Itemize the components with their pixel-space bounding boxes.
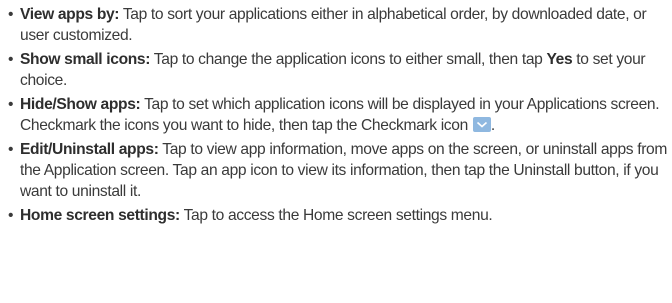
document-page: • View apps by: Tap to sort your applica…	[0, 0, 672, 303]
list-item-edit-uninstall-apps: • Edit/Uninstall apps: Tap to view app i…	[8, 139, 672, 202]
bullet-mark: •	[8, 96, 14, 113]
bullet-mark: •	[8, 207, 14, 224]
bullet-mark: •	[8, 6, 14, 23]
yes-keyword: Yes	[546, 51, 573, 68]
settings-bullet-list: • View apps by: Tap to sort your applica…	[8, 4, 672, 226]
item-term: Show small icons:	[20, 51, 151, 68]
list-item-home-screen-settings: • Home screen settings: Tap to access th…	[8, 205, 672, 226]
item-term: Hide/Show apps:	[20, 96, 141, 113]
list-item-hide-show-apps: • Hide/Show apps: Tap to set which appli…	[8, 94, 672, 136]
item-description-end: .	[490, 117, 495, 134]
item-term: View apps by:	[20, 6, 120, 23]
item-description: Tap to access the Home screen settings m…	[179, 207, 493, 224]
list-item-show-small-icons: • Show small icons: Tap to change the ap…	[8, 49, 672, 91]
item-term: Home screen settings:	[20, 207, 180, 224]
checkmark-icon	[472, 117, 491, 132]
item-term: Edit/Uninstall apps:	[20, 141, 159, 158]
item-description: Tap to change the application icons to e…	[150, 51, 547, 68]
list-item-view-apps-by: • View apps by: Tap to sort your applica…	[8, 4, 672, 46]
bullet-mark: •	[8, 51, 14, 68]
bullet-mark: •	[8, 141, 14, 158]
